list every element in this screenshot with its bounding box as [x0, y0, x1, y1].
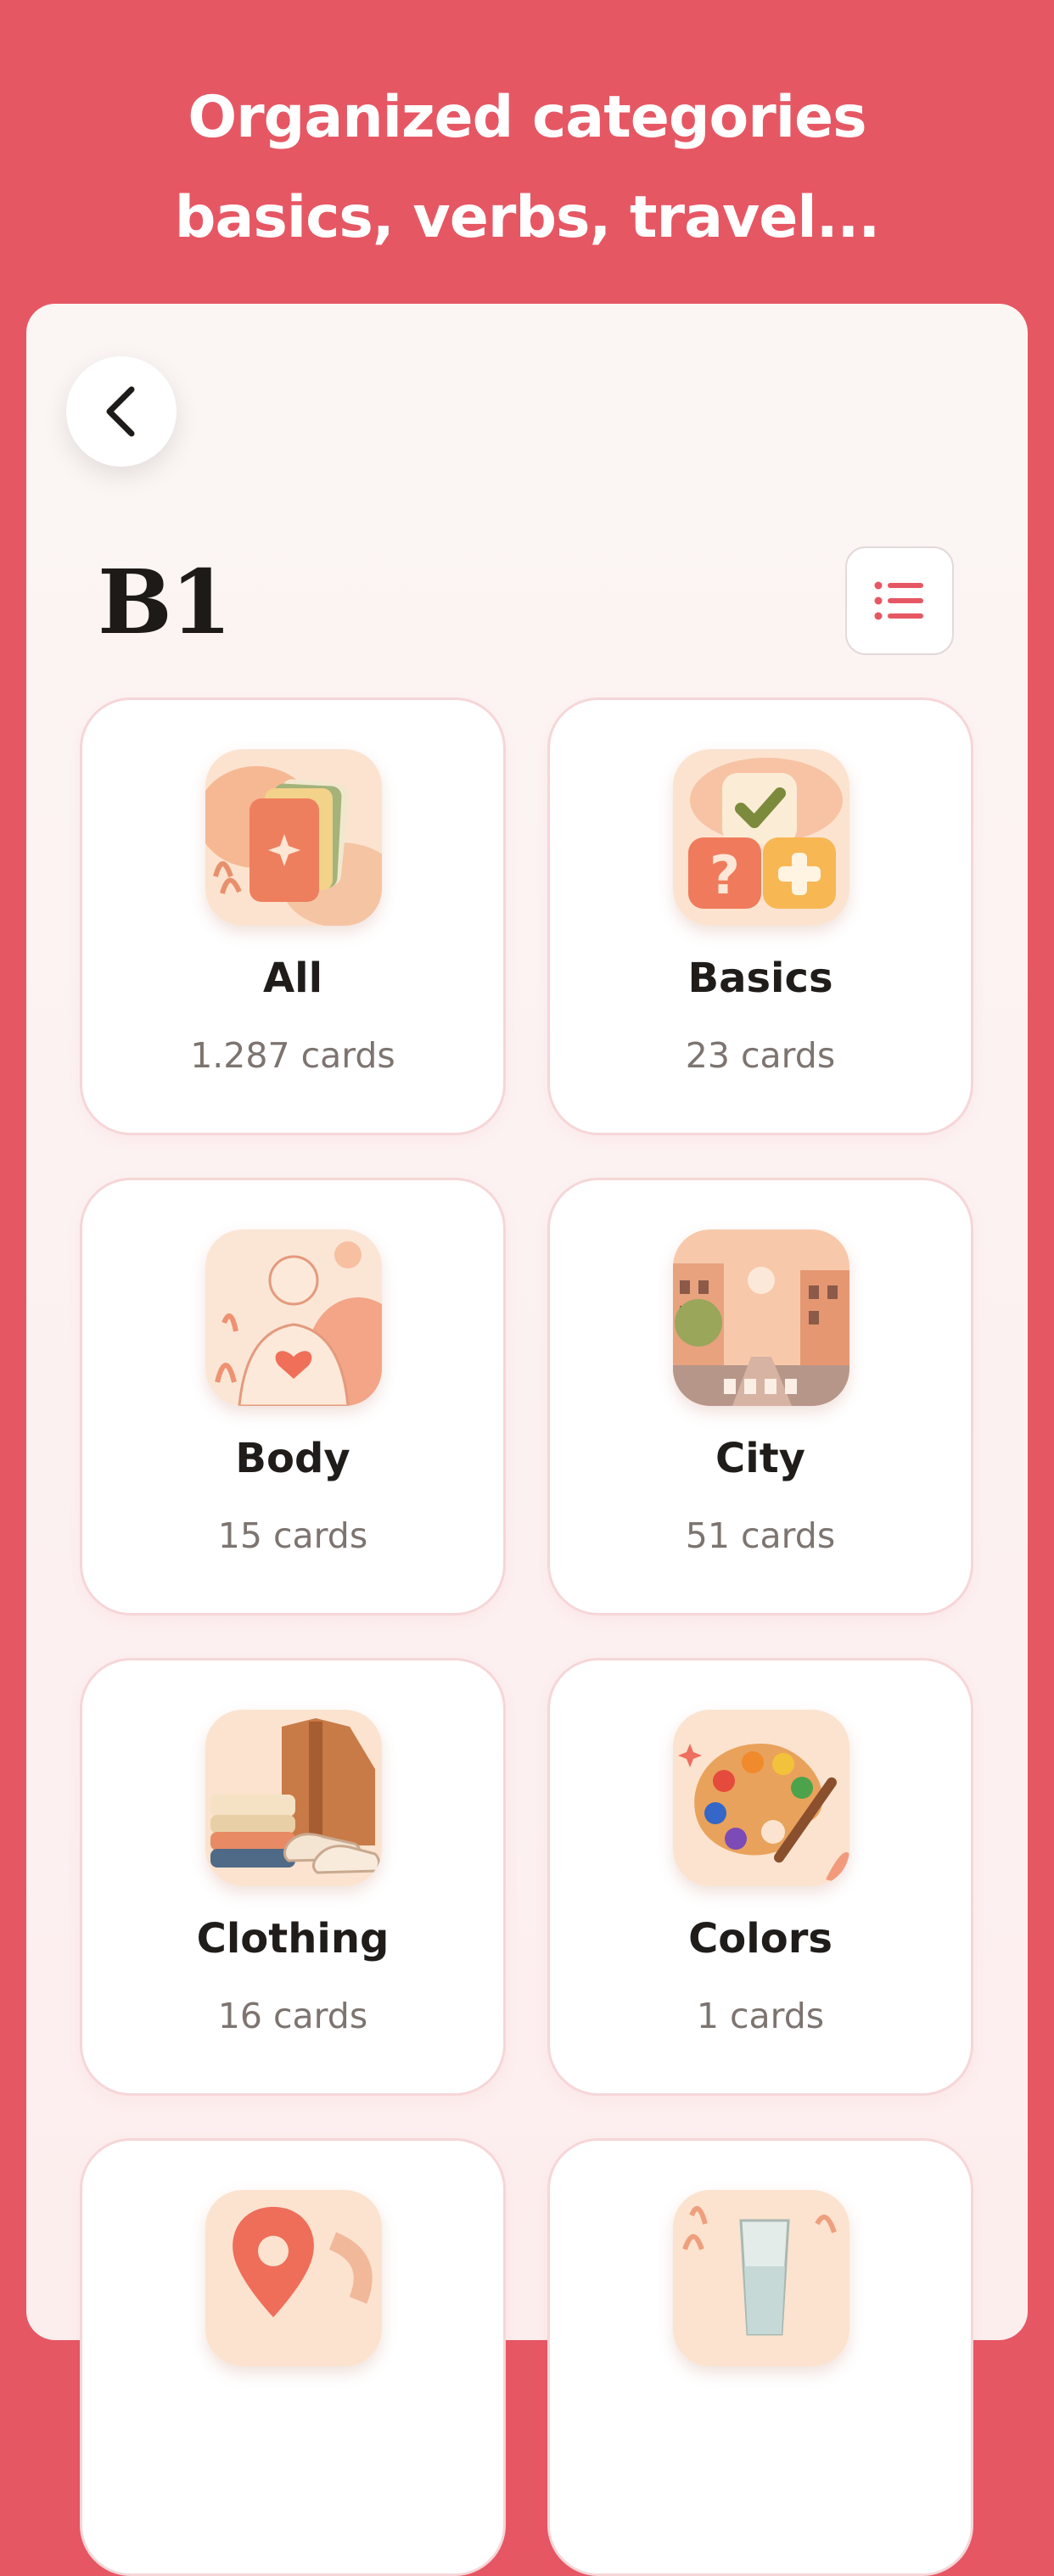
category-count: 16 cards	[217, 1996, 368, 2036]
category-name: Basics	[687, 955, 833, 1002]
category-count: 23 cards	[685, 1035, 836, 1076]
headline: Organized categories basics, verbs, trav…	[0, 68, 1054, 268]
category-card-clothing[interactable]: Clothing 16 cards	[80, 1658, 506, 2096]
category-card-drinks[interactable]	[547, 2138, 973, 2576]
category-count: 15 cards	[217, 1515, 368, 1556]
category-name: City	[715, 1435, 805, 1482]
checkmark-question-plus-icon: ?	[673, 749, 849, 926]
city-street-icon	[673, 1229, 849, 1406]
category-sheet: B1 All 1.287 cards ? Basics 23 cards Bod…	[26, 304, 1028, 2576]
page-title: B1	[98, 550, 232, 654]
category-count: 51 cards	[685, 1515, 836, 1556]
category-card-places[interactable]	[80, 2138, 506, 2576]
category-card-all[interactable]: All 1.287 cards	[80, 697, 506, 1135]
category-name: All	[262, 955, 323, 1002]
back-button[interactable]	[66, 356, 177, 467]
headline-line-1: Organized categories	[188, 84, 866, 151]
water-glass-icon	[673, 2190, 849, 2366]
category-card-body[interactable]: Body 15 cards	[80, 1178, 506, 1616]
svg-text:?: ?	[709, 844, 740, 906]
clothing-icon	[205, 1710, 382, 1886]
list-icon	[874, 581, 923, 620]
location-pin-icon	[205, 2190, 382, 2366]
category-count: 1 cards	[696, 1996, 825, 2036]
category-name: Clothing	[196, 1915, 390, 1963]
chevron-left-icon	[106, 386, 135, 437]
category-card-basics[interactable]: ? Basics 23 cards	[547, 697, 973, 1135]
paint-palette-icon	[673, 1710, 849, 1886]
headline-line-2: basics, verbs, travel...	[174, 184, 880, 251]
category-card-city[interactable]: City 51 cards	[547, 1178, 973, 1616]
stacked-cards-icon	[205, 749, 382, 926]
body-heart-icon	[205, 1229, 382, 1406]
category-card-colors[interactable]: Colors 1 cards	[547, 1658, 973, 2096]
list-view-button[interactable]	[845, 546, 954, 655]
category-name: Body	[235, 1435, 350, 1482]
category-count: 1.287 cards	[190, 1035, 395, 1076]
category-name: Colors	[688, 1915, 833, 1963]
